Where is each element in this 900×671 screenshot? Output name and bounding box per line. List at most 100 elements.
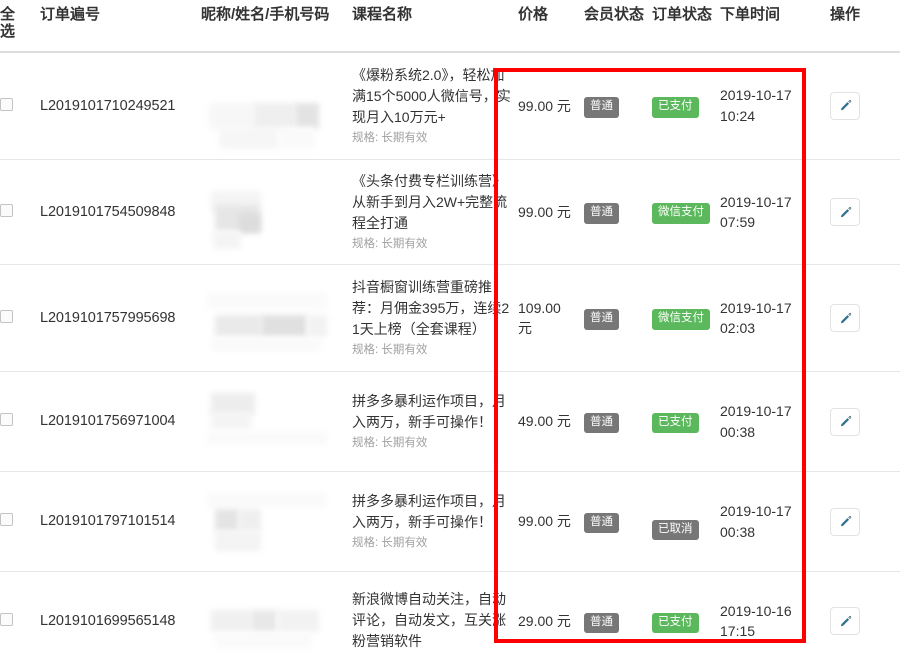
order-id-text: L2019101756971004: [40, 413, 176, 430]
table-row: L2019101797101514 拼多多暴利运作项目，月入两万，新手可操作！ …: [0, 471, 900, 572]
column-header-order-status[interactable]: 订单状态: [652, 0, 720, 53]
course-title: 抖音橱窗训练营重磅推荐：月佣金395万，连续21天上榜（全套课程）: [352, 279, 510, 338]
edit-pencil-icon: [839, 515, 852, 528]
table-header: 全选 订单遍号 昵称/姓名/手机号码 课程名称 价格 会员状态 订单状态 下单时…: [0, 0, 900, 53]
cell-order-id: L2019101757995698: [40, 264, 201, 372]
price-text: 99.00 元: [518, 97, 571, 114]
redacted-nickname: [201, 392, 341, 451]
row-select-cell[interactable]: [0, 159, 40, 265]
course-spec: 规格: 长期有效: [352, 238, 428, 251]
row-select-cell[interactable]: [0, 471, 40, 572]
edit-pencil-icon: [839, 312, 852, 325]
cell-member-status: 普通: [584, 471, 652, 572]
column-header-action[interactable]: 操作: [830, 0, 900, 53]
course-title: 《头条付费专栏训练营》从新手到月入2W+完整流程全打通: [352, 173, 508, 232]
column-header-nickname[interactable]: 昵称/姓名/手机号码: [201, 0, 352, 53]
column-header-member-status[interactable]: 会员状态: [584, 0, 652, 53]
cell-order-status: 微信支付: [652, 264, 720, 372]
edit-button[interactable]: [830, 407, 860, 436]
table-row: L2019101754509848 《头条付费专栏训练营》从新手到月入2W+完整…: [0, 159, 900, 265]
cell-order-status: 已支付: [652, 371, 720, 472]
cell-course: 拼多多暴利运作项目，月入两万，新手可操作！ 规格: 长期有效: [352, 471, 518, 572]
cell-price: 109.00 元: [518, 264, 584, 372]
course-spec: 规格: 长期有效: [352, 537, 428, 550]
cell-order-status: 已支付: [652, 51, 720, 160]
cell-nickname: [201, 371, 352, 472]
column-header-select-all[interactable]: 全选: [0, 0, 40, 53]
row-select-cell[interactable]: [0, 51, 40, 160]
order-time-text: 2019-10-17 02:03: [720, 299, 792, 336]
column-header-course-name[interactable]: 课程名称: [352, 0, 518, 53]
cell-action: [830, 371, 900, 472]
cell-course: 新浪微博自动关注，自动评论，自动发文，互关涨粉营销软件: [352, 572, 518, 671]
member-status-badge: 普通: [584, 512, 619, 534]
cell-course: 《头条付费专栏训练营》从新手到月入2W+完整流程全打通 规格: 长期有效: [352, 159, 518, 265]
order-status-badge: 已取消: [652, 519, 699, 541]
row-checkbox[interactable]: [0, 413, 13, 427]
table-body: L2019101710249521 《爆粉系统2.0》，轻松加满15个5000人…: [0, 51, 900, 671]
order-time-text: 2019-10-16 17:15: [720, 602, 792, 640]
row-checkbox[interactable]: [0, 203, 13, 217]
column-header-price[interactable]: 价格: [518, 0, 584, 53]
cell-course: 《爆粉系统2.0》，轻松加满15个5000人微信号，实现月入10万元+ 规格: …: [352, 51, 518, 160]
edit-button[interactable]: [830, 91, 860, 120]
cell-action: [830, 572, 900, 671]
price-text: 49.00 元: [518, 413, 571, 430]
cell-action: [830, 51, 900, 160]
course-title: 新浪微博自动关注，自动评论，自动发文，互关涨粉营销软件: [352, 590, 506, 649]
cell-order-time: 2019-10-17 10:24: [720, 51, 830, 160]
row-select-cell[interactable]: [0, 371, 40, 472]
cell-member-status: 普通: [584, 51, 652, 160]
order-status-badge: 微信支付: [652, 203, 710, 224]
cell-nickname: [201, 471, 352, 572]
cell-order-id: L2019101756971004: [40, 371, 201, 472]
order-time-text: 2019-10-17 00:38: [720, 503, 792, 540]
row-select-cell[interactable]: [0, 572, 40, 671]
select-all-label: 全选: [0, 6, 16, 41]
cell-price: 29.00 元: [518, 572, 584, 671]
member-status-badge: 普通: [584, 412, 619, 434]
cell-nickname: [201, 264, 352, 372]
order-id-text: L2019101710249521: [40, 97, 176, 114]
table-row: L2019101756971004 拼多多暴利运作项目，月入两万，新手可操作！ …: [0, 371, 900, 472]
price-text: 99.00 元: [518, 203, 571, 220]
row-checkbox[interactable]: [0, 309, 13, 323]
cell-order-time: 2019-10-17 02:03: [720, 264, 830, 372]
order-id-text: L2019101754509848: [40, 203, 176, 220]
cell-order-id: L2019101710249521: [40, 51, 201, 160]
member-status-badge: 普通: [584, 203, 619, 224]
row-checkbox[interactable]: [0, 513, 13, 527]
cell-order-id: L2019101699565148: [40, 572, 201, 671]
edit-button[interactable]: [830, 607, 860, 636]
redacted-nickname: [201, 492, 341, 551]
cell-order-status: 已取消: [652, 471, 720, 572]
column-header-order-id[interactable]: 订单遍号: [40, 0, 201, 53]
cell-price: 99.00 元: [518, 471, 584, 572]
member-status-badge: 普通: [584, 97, 619, 118]
column-header-order-time[interactable]: 下单时间: [720, 0, 830, 53]
cell-member-status: 普通: [584, 264, 652, 372]
row-checkbox[interactable]: [0, 97, 13, 111]
cell-nickname: [201, 159, 352, 265]
cell-order-id: L2019101754509848: [40, 159, 201, 265]
member-status-badge: 普通: [584, 612, 619, 633]
edit-button[interactable]: [830, 304, 860, 332]
edit-button[interactable]: [830, 507, 860, 536]
cell-price: 49.00 元: [518, 371, 584, 472]
cell-price: 99.00 元: [518, 51, 584, 160]
cell-order-id: L2019101797101514: [40, 471, 201, 572]
cell-price: 99.00 元: [518, 159, 584, 265]
order-status-badge: 微信支付: [652, 309, 710, 330]
price-text: 109.00 元: [518, 299, 561, 336]
member-status-badge: 普通: [584, 309, 619, 330]
order-time-text: 2019-10-17 00:38: [720, 403, 792, 440]
table-row: L2019101710249521 《爆粉系统2.0》，轻松加满15个5000人…: [0, 51, 900, 160]
course-title: 拼多多暴利运作项目，月入两万，新手可操作！: [352, 493, 506, 531]
row-checkbox[interactable]: [0, 613, 13, 627]
order-time-text: 2019-10-17 07:59: [720, 193, 792, 230]
orders-table: 全选 订单遍号 昵称/姓名/手机号码 课程名称 价格 会员状态 订单状态 下单时…: [0, 0, 900, 671]
edit-button[interactable]: [830, 198, 860, 226]
row-select-cell[interactable]: [0, 264, 40, 372]
order-status-badge: 已支付: [652, 97, 699, 118]
cell-order-status: 微信支付: [652, 159, 720, 265]
